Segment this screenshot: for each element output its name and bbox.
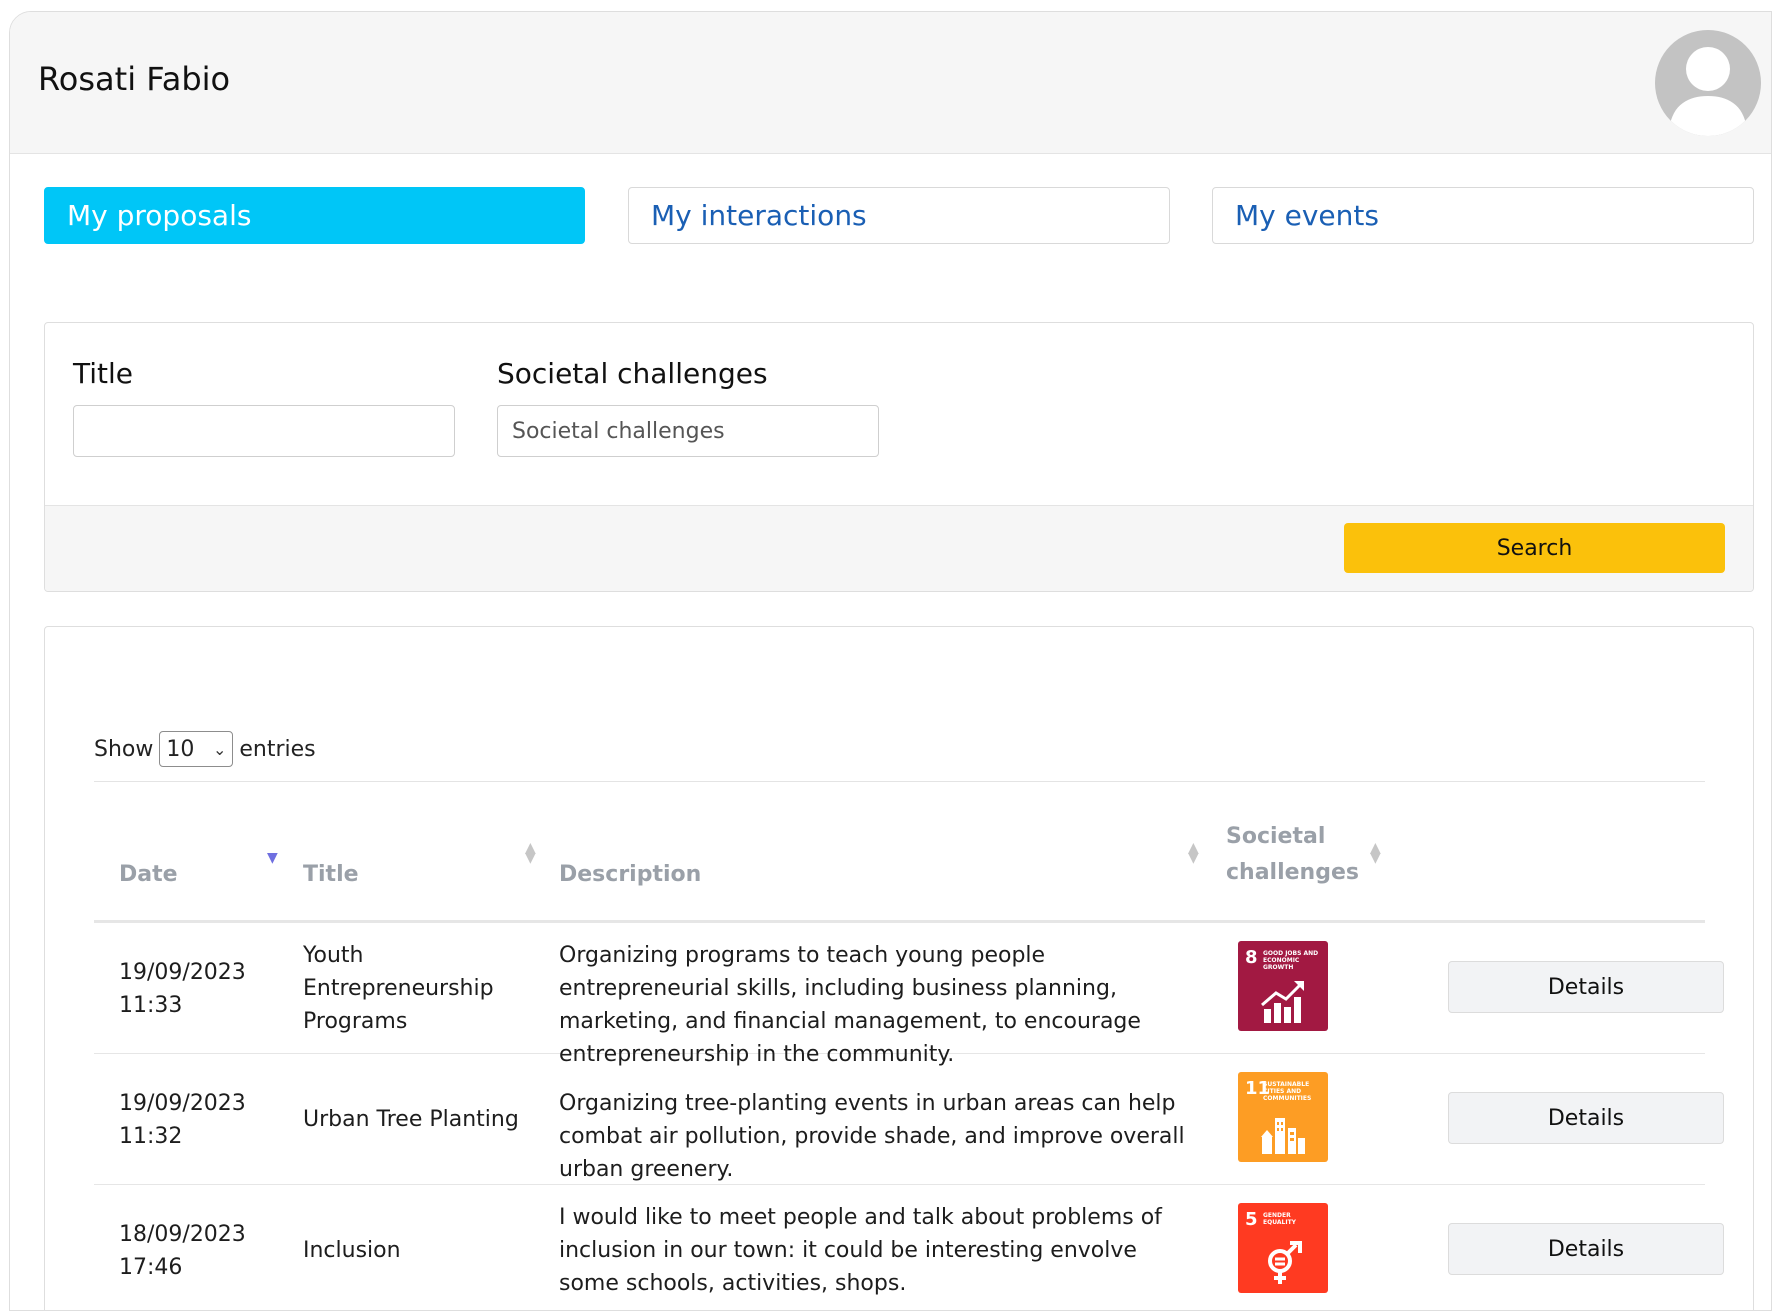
profile-header: Rosati Fabio [10,12,1771,154]
column-header-description[interactable]: Description [559,857,701,893]
divider [94,781,1705,782]
row-description: Organizing tree-planting events in urban… [559,1091,1185,1182]
row-date: 19/09/2023 [119,1091,246,1116]
row-title: Youth Entrepreneurship Programs [303,943,494,1034]
growth-chart-icon [1261,981,1304,1023]
column-header-challenges-line2[interactable]: challenges [1226,855,1359,891]
column-header-challenges-line1[interactable]: Societal [1226,819,1325,855]
entries-label: entries [239,736,316,762]
challenges-filter-label: Societal challenges [497,357,768,390]
challenges-filter-input[interactable] [497,405,879,457]
row-date-cell: 18/09/2023 17:46 [119,1218,279,1284]
details-button[interactable]: Details [1448,1223,1724,1275]
sdg-label: GOOD JOBS AND ECONOMIC GROWTH [1263,950,1319,971]
row-description: I would like to meet people and talk abo… [559,1205,1162,1296]
row-description: Organizing programs to teach young peopl… [559,943,1141,1067]
details-button[interactable]: Details [1448,1092,1724,1144]
sdg-number: 5 [1245,1209,1258,1230]
entries-length-control: Show 10 ⌄ entries [94,731,316,767]
entries-select[interactable]: 10 ⌄ [159,731,234,767]
row-time: 17:46 [119,1255,183,1280]
city-buildings-icon [1261,1118,1305,1154]
details-button[interactable]: Details [1448,961,1724,1013]
row-title: Inclusion [303,1238,401,1263]
table-row: 19/09/2023 11:32 Urban Tree Planting Org… [94,1054,1724,1185]
proposals-table-panel: Show 10 ⌄ entries Date ▼ Title ▲ ▼ Descri… [44,626,1754,1310]
title-filter-input[interactable] [73,405,455,457]
row-title: Urban Tree Planting [303,1107,519,1132]
filter-footer: Search [45,505,1753,591]
sort-desc-icon[interactable]: ▼ [267,851,278,865]
sdg-label: GENDER EQUALITY [1263,1212,1297,1226]
sdg-goal-icon: 5 GENDER EQUALITY [1238,1203,1328,1293]
tab-my-events[interactable]: My events [1212,187,1754,244]
sort-icon[interactable]: ▲ ▼ [1370,841,1381,865]
tab-my-proposals[interactable]: My proposals [44,187,585,244]
column-header-title[interactable]: Title [303,857,359,893]
row-time: 11:33 [119,993,183,1018]
avatar[interactable] [1655,30,1761,136]
tab-my-interactions[interactable]: My interactions [628,187,1170,244]
user-silhouette-icon [1669,47,1747,136]
sdg-number: 8 [1245,947,1258,968]
chevron-down-icon: ⌄ [212,739,227,759]
gender-equality-icon [1268,1241,1302,1284]
user-name: Rosati Fabio [38,60,231,98]
table-row: 19/09/2023 11:33 Youth Entrepreneurship … [94,923,1724,1067]
row-date: 19/09/2023 [119,960,246,985]
user-dashboard: Rosati Fabio My proposals My interaction… [9,11,1772,1311]
column-header-date[interactable]: Date [119,857,178,893]
entries-value: 10 [166,736,195,762]
title-filter-label: Title [73,357,134,390]
sort-icon[interactable]: ▲ ▼ [1188,841,1199,865]
sdg-goal-icon: 11 SUSTAINABLE CITIES AND COMMUNITIES [1238,1072,1328,1162]
filter-panel: Title Societal challenges Search [44,322,1754,592]
sort-icon[interactable]: ▲ ▼ [525,841,536,865]
sdg-label: SUSTAINABLE CITIES AND COMMUNITIES [1263,1081,1312,1102]
search-button[interactable]: Search [1344,523,1725,573]
row-date-cell: 19/09/2023 11:32 [119,1087,279,1153]
row-time: 11:32 [119,1124,183,1149]
table-row: 18/09/2023 17:46 Inclusion I would like … [94,1185,1724,1310]
show-label: Show [94,736,154,762]
sdg-goal-icon: 8 GOOD JOBS AND ECONOMIC GROWTH [1238,941,1328,1031]
row-date: 18/09/2023 [119,1222,246,1247]
row-date-cell: 19/09/2023 11:33 [119,956,279,1022]
